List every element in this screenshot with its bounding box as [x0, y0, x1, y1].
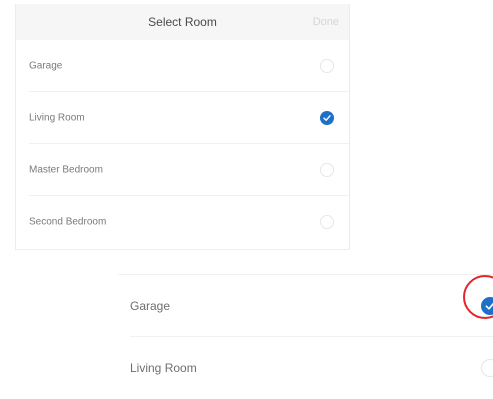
panel-header: Select Room Done — [16, 4, 349, 40]
room-option-label: Living Room — [29, 112, 85, 124]
room-option-garage[interactable]: Garage — [118, 275, 493, 337]
select-room-panel: Select Room Done Garage Living Room Mast… — [15, 4, 350, 250]
radio-unselected-icon[interactable] — [481, 359, 493, 377]
room-option-label: Garage — [29, 60, 63, 72]
radio-unselected-icon[interactable] — [320, 163, 334, 177]
radio-unselected-icon[interactable] — [320, 59, 334, 73]
room-option-living-room[interactable]: Living Room — [118, 337, 493, 399]
room-option-living-room[interactable]: Living Room — [16, 92, 349, 144]
room-option-second-bedroom[interactable]: Second Bedroom — [16, 196, 349, 248]
room-option-label: Master Bedroom — [29, 164, 103, 176]
room-option-garage[interactable]: Garage — [16, 40, 349, 92]
room-option-master-bedroom[interactable]: Master Bedroom — [16, 144, 349, 196]
room-list-panel: Garage Living Room — [118, 250, 493, 384]
done-button[interactable]: Done — [313, 16, 339, 28]
radio-unselected-icon[interactable] — [320, 215, 334, 229]
room-option-label: Second Bedroom — [29, 216, 107, 228]
room-option-label: Living Room — [130, 361, 197, 375]
room-option-label: Garage — [130, 299, 171, 313]
panel-title: Select Room — [148, 15, 217, 29]
checkmark-icon[interactable] — [320, 111, 334, 125]
